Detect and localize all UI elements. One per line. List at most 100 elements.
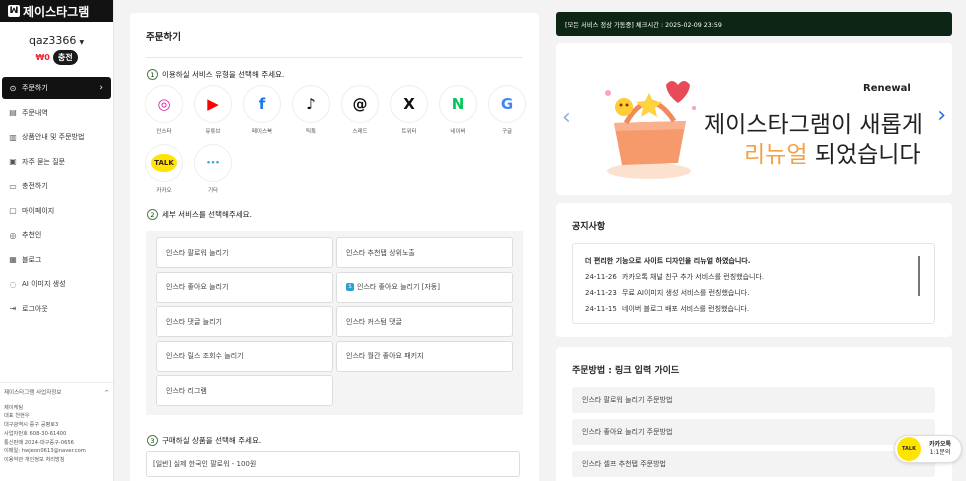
user-icon: ◎: [9, 230, 17, 240]
sidebar-item-label: 로그아웃: [22, 304, 48, 313]
sidebar-item[interactable]: ▥ 상품안내 및 주문방법: [2, 126, 111, 148]
business-info-line: 사업자번호 608-30-61400: [4, 430, 67, 437]
service-kakao[interactable]: TALK 카카오: [144, 144, 184, 194]
facebook-icon: f: [243, 85, 281, 123]
detail-service-label: 인스타 추천탭 상위노출: [346, 248, 415, 257]
charge-button[interactable]: 충전: [52, 50, 78, 65]
sidebar-item[interactable]: ▦ 블로그: [2, 249, 111, 271]
sidebar-item[interactable]: ⇥ 로그아웃: [2, 298, 111, 320]
service-label: 카카오: [156, 188, 172, 194]
service-x[interactable]: X 트위터: [389, 85, 429, 135]
more-icon: •••: [194, 144, 232, 182]
logo-icon: ꟽ: [8, 5, 20, 17]
business-info-line: 제이케팅: [4, 404, 24, 411]
renewal-banner[interactable]: ‹ Renewal 제이스타그램이 새롭게 리뉴얼 되었습니다 ›: [556, 43, 952, 195]
sidebar-item-label: 상품안내 및 주문방법: [22, 133, 85, 141]
google-icon: G: [488, 85, 526, 123]
prev-slide-icon[interactable]: ‹: [562, 105, 571, 130]
scrollbar[interactable]: [918, 256, 920, 296]
youtube-icon: ▶: [194, 85, 232, 123]
product-select[interactable]: [일반] 실제 한국인 팔로워 - 100원: [146, 451, 520, 477]
service-naver[interactable]: N 네이버: [438, 85, 478, 135]
notice-item[interactable]: 24-11-23 무료 AI이미지 생성 서비스를 런칭했습니다.: [585, 288, 749, 298]
service-label: 네이버: [450, 129, 466, 135]
sidebar-item-label: 블로그: [22, 255, 42, 264]
order-panel: 주문하기 1 이용하실 서비스 유형을 선택해 주세요. ◎ 인스타 ▶ 유튜브 f 페이…: [130, 13, 539, 481]
ai-icon: ◌: [9, 279, 17, 289]
sidebar-item[interactable]: ▣ 자주 묻는 질문: [2, 151, 111, 173]
step-number: 2: [147, 209, 158, 220]
service-label: 페이스북: [251, 129, 273, 135]
auto-tag-icon: S: [346, 283, 354, 291]
sidebar-item-label: 주문하기: [22, 84, 48, 92]
detail-service-button[interactable]: 인스타 커스텀 댓글: [336, 306, 513, 337]
sidebar-item[interactable]: ◎ 추천인: [2, 224, 111, 246]
banner-headline-1: 제이스타그램이 새롭게: [704, 112, 923, 138]
detail-service-button[interactable]: 인스타 좋아요 늘리기: [156, 271, 333, 303]
service-google[interactable]: G 구글: [487, 85, 527, 135]
sidebar-item[interactable]: ▤ 주문내역: [2, 102, 111, 124]
business-info-line[interactable]: 이용약관 개인정보 처리방침: [4, 456, 109, 465]
sidebar-item[interactable]: ⊙ 주문하기 ›: [2, 77, 111, 99]
kakao-chat-line1: 카카오톡: [929, 441, 952, 448]
detail-service-button[interactable]: 인스타 팔로워 늘리기: [156, 237, 333, 268]
step-3: 3 구매하실 상품을 선택해 주세요.: [147, 435, 261, 446]
notice-date: 24-11-15: [585, 305, 617, 313]
banner-eyebrow: Renewal: [863, 83, 911, 94]
service-threads[interactable]: @ 스레드: [340, 85, 380, 135]
step-label: 세부 서비스를 선택해주세요.: [162, 210, 252, 219]
service-facebook[interactable]: f 페이스북: [242, 85, 282, 135]
notice-item[interactable]: 24-11-15 네이버 블로그 배포 서비스를 런칭했습니다.: [585, 304, 749, 314]
detail-service-label: 인스타 리그램: [166, 386, 207, 395]
chevron-up-icon: ^: [104, 390, 109, 396]
tiktok-icon: ♪: [292, 85, 330, 123]
detail-service-button[interactable]: 인스타 월간 좋아요 패키지: [336, 340, 513, 372]
balance-row: ₩0 충전: [0, 50, 113, 65]
detail-service-button[interactable]: 인스타 댓글 늘리기: [156, 306, 333, 337]
next-slide-icon[interactable]: ›: [937, 103, 946, 128]
detail-service-button[interactable]: 인스타 리그램: [156, 375, 333, 406]
notice-date: 24-11-26: [585, 273, 617, 281]
guide-item[interactable]: 인스타 좋아요 늘리기 주문방법: [572, 419, 935, 445]
banner-highlight: 리뉴얼: [744, 142, 808, 168]
service-youtube[interactable]: ▶ 유튜브: [193, 85, 233, 135]
detail-service-button[interactable]: S 인스타 좋아요 늘리기 [자동]: [336, 271, 513, 303]
basket-illustration: [605, 81, 696, 179]
cart-icon: ⊙: [9, 83, 17, 93]
sidebar-item[interactable]: ◌ AI 이미지 생성: [2, 273, 111, 295]
sidebar-item-label: 마이페이지: [22, 206, 55, 215]
book-icon: ▥: [9, 132, 17, 142]
sidebar-item[interactable]: ▭ 충전하기: [2, 175, 111, 197]
step-number: 1: [147, 69, 158, 80]
detail-service-label: 인스타 좋아요 늘리기 [자동]: [357, 283, 440, 291]
logo[interactable]: ꟽ 제이스타그램: [0, 0, 113, 22]
banner-headline-2: 리뉴얼 되었습니다: [744, 135, 921, 169]
kakao-talk-icon: TALK: [897, 437, 921, 461]
service-label: 구글: [501, 129, 513, 135]
guide-item[interactable]: 인스타 셀프 추천탭 주문방법: [572, 451, 935, 477]
folder-icon: ▢: [9, 206, 17, 215]
detail-service-grid: 인스타 팔로워 늘리기 인스타 추천탭 상위노출 인스타 좋아요 늘리기 S 인스타 좋…: [146, 231, 523, 415]
business-info-title: 제이스타그램 사업자정보: [4, 390, 62, 396]
notice-item[interactable]: 24-11-26 카카오톡 채널 친구 추가 서비스를 런칭했습니다.: [585, 272, 764, 282]
kakao-chat-button[interactable]: TALK 카카오톡 1:1문의: [894, 435, 962, 463]
business-info-line: 이메일: hwjeon0613@naver.com: [4, 448, 86, 455]
service-more[interactable]: ••• 기타: [193, 144, 233, 194]
guide-title: 주문방법 : 링크 입력 가이드: [572, 366, 680, 376]
sidebar: ꟽ 제이스타그램 qaz3366 ▼ ₩0 충전 ⊙ 주문하기 › ▤ 주문내역 ▥ 상품안내…: [0, 0, 114, 481]
sidebar-item-label: 추천인: [22, 231, 42, 239]
sidebar-item-label: 주문내역: [22, 108, 48, 117]
notice-headline[interactable]: 더 편리한 기능으로 사이트 디자인을 리뉴얼 하였습니다.: [585, 256, 750, 266]
business-info-toggle[interactable]: 제이스타그램 사업자정보 ^: [4, 389, 109, 398]
detail-service-button[interactable]: 인스타 릴스 조회수 늘리기: [156, 340, 333, 372]
logo-text: 제이스타그램: [23, 4, 90, 19]
chevron-right-icon: ›: [99, 83, 103, 93]
username-dropdown[interactable]: qaz3366 ▼: [0, 34, 113, 47]
sidebar-item[interactable]: ▢ 마이페이지: [2, 200, 111, 222]
service-tiktok[interactable]: ♪ 틱톡: [291, 85, 331, 135]
detail-service-button[interactable]: 인스타 추천탭 상위노출: [336, 237, 513, 268]
notice-list: 더 편리한 기능으로 사이트 디자인을 리뉴얼 하였습니다. 24-11-26 카…: [572, 243, 935, 324]
service-instagram[interactable]: ◎ 인스타: [144, 85, 184, 135]
chat-icon: ▣: [9, 157, 17, 166]
guide-item[interactable]: 인스타 팔로워 늘리기 주문방법: [572, 387, 935, 413]
